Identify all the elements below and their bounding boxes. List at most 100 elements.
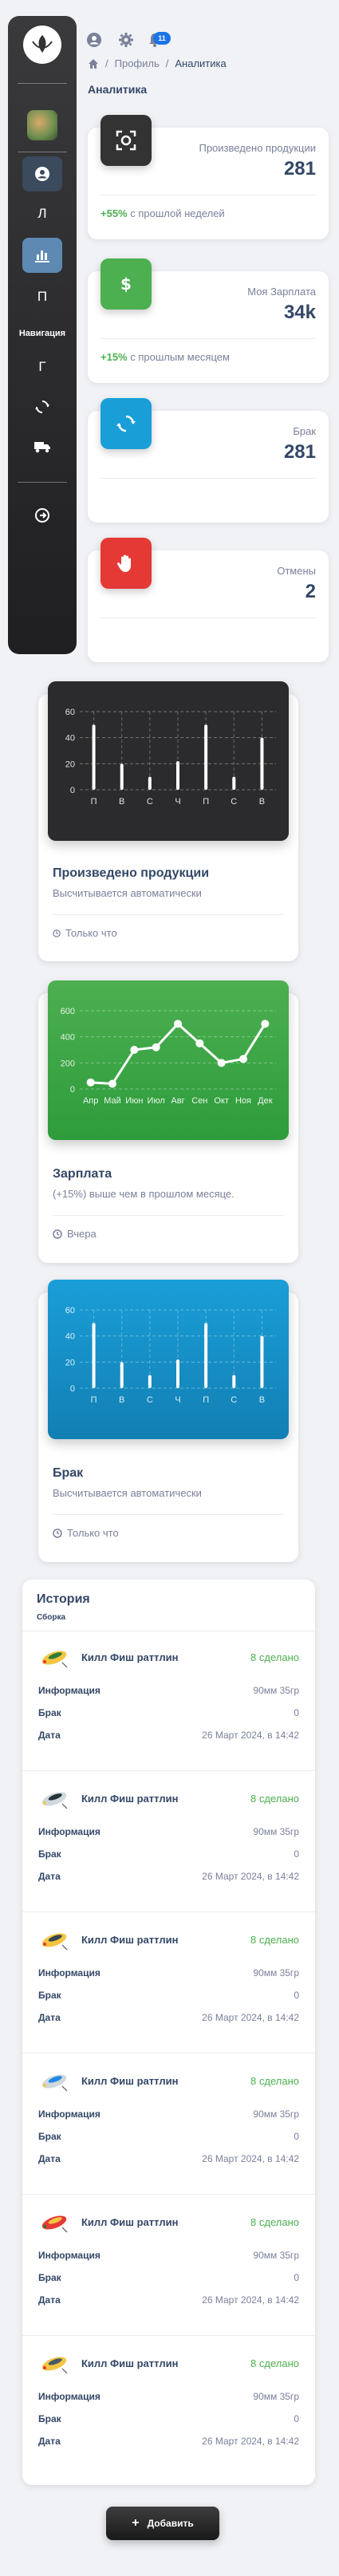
bar [232,1375,236,1388]
clock-icon [53,929,61,937]
row-value: 26 Март 2024, в 14:42 [202,2012,299,2023]
row-label: Брак [38,1848,61,1860]
bar [260,1335,264,1388]
row-value: 90мм 35гр [253,1967,299,1978]
x-tick-label: Апр [83,1096,98,1106]
x-tick-label: С [231,797,237,807]
history-row-defect: Брак 0 [38,1990,299,2001]
stat-footer: +15% с прошлым месяцем [101,351,230,363]
sync-icon [35,400,49,413]
y-tick-label: 0 [70,1384,75,1394]
sidebar-item-p[interactable]: П [22,279,62,314]
sidebar-item-logout[interactable] [22,498,62,533]
account-icon[interactable] [86,32,102,48]
series-line [90,1022,266,1086]
sidebar-item-label: П [37,289,48,304]
bar [92,724,96,790]
data-point [195,1039,204,1047]
row-value: 26 Март 2024, в 14:42 [202,2294,299,2306]
history-item-status: 8 сделано [250,2216,299,2228]
divider [101,338,316,339]
row-value: 90мм 35гр [253,1685,299,1696]
row-label: Информация [38,1967,101,1978]
add-button-label: Добавить [147,2518,194,2529]
x-tick-label: П [91,797,97,807]
row-value: 0 [294,2413,299,2424]
history-row-defect: Брак 0 [38,2131,299,2142]
stat-label: Брак [293,425,316,437]
history-row-date: Дата 26 Март 2024, в 14:42 [38,2153,299,2164]
avatar[interactable] [27,110,57,140]
history-item[interactable]: Килл Фиш раттлин 8 сделано Информация 90мм … [22,2200,315,2336]
chart-title: Брак [53,1466,84,1480]
history-row-defect: Брак 0 [38,1707,299,1718]
breadcrumb: / Профиль / Аналитика [88,57,227,69]
breadcrumb-separator: / [105,57,108,69]
gear-icon[interactable] [118,32,134,48]
data-point [108,1079,116,1088]
history-item[interactable]: Килл Фиш раттлин 8 сделано Информация 90мм … [22,1777,315,1912]
row-label: Информация [38,2250,101,2261]
divider [22,1770,315,1771]
sidebar-item-l[interactable]: Л [22,196,62,231]
sidebar-item-delivery[interactable] [22,429,62,464]
divider [53,1215,284,1216]
divider [101,478,316,479]
stat-value: 34k [283,302,316,323]
stat-icon-box [101,398,152,449]
x-tick-label: Ноя [235,1096,251,1106]
x-tick-label: В [259,797,265,807]
history-row-info: Информация 90мм 35гр [38,2109,299,2120]
sidebar-item-g[interactable]: Г [22,349,62,385]
history-item-status: 8 сделано [250,2075,299,2087]
history-row-date: Дата 26 Март 2024, в 14:42 [38,2436,299,2447]
sidebar-item-analytics[interactable] [22,238,62,273]
history-item-name: Килл Фиш раттлин [81,1934,179,1946]
chart-card-defects: 0 20 40 60 П В С Ч П С В Брак Высчитывается автома… [38,1280,298,1562]
y-tick-label: 600 [61,1007,75,1016]
sidebar-item-profile[interactable] [22,156,62,191]
history-item[interactable]: Килл Фиш раттлин 8 сделано Информация 90мм … [22,2341,315,2477]
sidebar-item-sync[interactable] [22,389,62,424]
history-row-date: Дата 26 Март 2024, в 14:42 [38,2294,299,2306]
divider [53,914,284,915]
bar [204,724,208,790]
stat-label: Моя Зарплата [247,286,316,298]
row-label: Дата [38,2294,61,2306]
chart-card-salary: 0 200 400 600 Апр Май Июн Июл Авг Сен Окт Ноя Дек За… [38,980,298,1263]
row-label: Информация [38,1685,101,1696]
y-tick-label: 200 [61,1059,75,1068]
bar [120,1362,124,1388]
history-row-date: Дата 26 Март 2024, в 14:42 [38,2012,299,2023]
chart-title: Произведено продукции [53,866,210,880]
x-tick-label: С [147,797,153,807]
stat-card-cancellations: Отмены 2 [88,538,329,662]
home-icon[interactable] [88,58,99,69]
clock-icon [53,1229,62,1239]
history-row-defect: Брак 0 [38,1848,299,1860]
breadcrumb-item-profile[interactable]: Профиль [115,57,160,69]
chart-footer: Только что [53,1527,119,1539]
bar-chart-defects: 0 20 40 60 П В С Ч П С В [65,1306,276,1405]
x-tick-label: П [203,1395,209,1405]
stat-icon-box: $ [101,258,152,310]
lure-image [41,1651,68,1668]
x-tick-label: Окт [214,1096,229,1106]
add-button[interactable]: + Добавить [106,2507,219,2540]
lure-image [41,1933,68,1951]
history-item[interactable]: Килл Фиш раттлин 8 сделано Информация 90мм … [22,2059,315,2195]
history-row-info: Информация 90мм 35гр [38,1967,299,1978]
history-item[interactable]: Килл Фиш раттлин 8 сделано Информация 90мм … [22,1635,315,1771]
scan-icon [116,130,136,151]
lure-image [41,2215,68,2233]
logo[interactable] [23,26,61,64]
notification-badge: 11 [153,32,171,45]
row-value: 90мм 35гр [253,1826,299,1837]
row-value: 0 [294,1848,299,1860]
breadcrumb-item-current: Аналитика [175,57,227,69]
x-tick-label: В [259,1395,265,1405]
lure-image [41,1792,68,1809]
history-item-status: 8 сделано [250,1934,299,1946]
y-tick-label: 400 [61,1033,75,1043]
history-item[interactable]: Килл Фиш раттлин 8 сделано Информация 90мм … [22,1918,315,2053]
